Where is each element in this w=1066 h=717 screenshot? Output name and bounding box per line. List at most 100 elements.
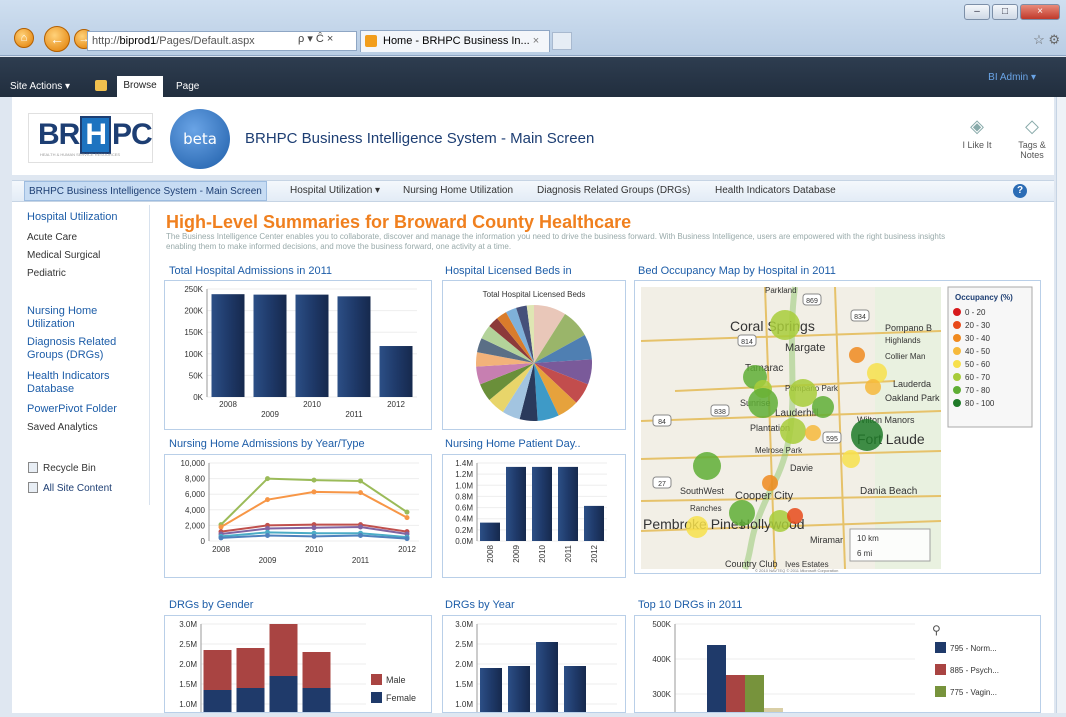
legend-label: 885 - Psych... — [950, 666, 999, 675]
topnav-home[interactable]: BRHPC Business Intelligence System - Mai… — [24, 181, 267, 201]
tab-browse[interactable]: Browse — [117, 76, 163, 97]
road-shield-label: 834 — [854, 314, 866, 321]
topnav-drgs[interactable]: Diagnosis Related Groups (DRGs) — [537, 185, 690, 196]
bar — [536, 642, 558, 717]
leftnav-nursing-home[interactable]: Nursing Home Utilization — [27, 305, 97, 331]
y-tick-label: 400K — [652, 655, 671, 664]
bar — [745, 675, 764, 717]
bar — [532, 466, 552, 541]
data-point — [358, 533, 363, 539]
logo-text-left: BR — [38, 118, 80, 151]
data-point — [358, 478, 363, 484]
leftnav-health-indicators[interactable]: Health Indicators Database — [27, 370, 110, 396]
map-place-label: Davie — [790, 463, 813, 473]
data-point — [404, 536, 410, 542]
back-button[interactable]: ← — [44, 26, 70, 52]
top10-drg-chart: 500K400K300K200K⚲795 - Norm...885 - Psyc… — [634, 615, 1041, 717]
legend-dot — [953, 373, 961, 381]
tab-page[interactable]: Page — [176, 81, 199, 92]
all-site-content-link[interactable]: All Site Content — [28, 482, 112, 494]
occupancy-bubble — [780, 418, 806, 444]
leftnav-acute-care[interactable]: Acute Care — [27, 232, 77, 243]
x-tick-label: 2010 — [303, 400, 321, 409]
legend-swatch — [371, 674, 382, 685]
occupancy-bubble — [787, 508, 803, 524]
leftnav-saved-analytics[interactable]: Saved Analytics — [27, 422, 98, 433]
leftnav-drgs[interactable]: Diagnosis Related Groups (DRGs) — [27, 336, 116, 362]
data-point — [218, 535, 224, 541]
y-tick-label: 6,000 — [185, 490, 206, 499]
leftnav-pediatric[interactable]: Pediatric — [27, 268, 66, 279]
leftnav-health-indicators-line1: Health Indicators — [27, 370, 110, 382]
navigate-up-icon[interactable] — [95, 80, 107, 91]
occupancy-bubble — [770, 310, 800, 340]
leftnav-powerpivot[interactable]: PowerPivot Folder — [27, 403, 117, 415]
map-place-label: Oakland Park — [885, 393, 940, 403]
window-controls: – □ × — [964, 4, 1060, 20]
legend-label: 0 - 20 — [965, 308, 986, 317]
map-scale-km: 10 km — [857, 534, 879, 543]
new-tab-button[interactable] — [552, 32, 572, 50]
bar — [506, 466, 526, 541]
x-tick-label: 2010 — [538, 544, 547, 562]
drg-gender-chart: 3.0M2.5M2.0M1.5M1.0M0.5MMaleFemale — [164, 615, 432, 717]
y-tick-label: 2,000 — [185, 521, 206, 530]
y-tick-label: 1.2M — [455, 470, 473, 479]
address-bar-controls[interactable]: ρ ▾ Ĉ × — [298, 32, 333, 45]
panel-title-drg-gender: DRGs by Gender — [169, 599, 254, 611]
y-tick-label: 250K — [184, 285, 203, 294]
bar — [480, 668, 502, 717]
map-scale-mi: 6 mi — [857, 549, 872, 558]
minimize-button[interactable]: – — [964, 4, 990, 20]
map-place-label: Melrose Park — [755, 446, 803, 455]
home-icon[interactable]: ⌂ — [14, 28, 34, 48]
map-place-label: Dania Beach — [860, 486, 917, 497]
legend-swatch — [371, 692, 382, 703]
panel-title-drg-year: DRGs by Year — [445, 599, 515, 611]
recycle-bin-link[interactable]: Recycle Bin — [28, 462, 96, 474]
tags-notes-label-2: Notes — [1020, 150, 1044, 160]
browser-tab[interactable]: Home - BRHPC Business In... × — [360, 30, 550, 52]
map-place-label: Collier Man — [885, 352, 925, 361]
recycle-bin-label: Recycle Bin — [43, 463, 96, 474]
legend-label: Male — [386, 675, 406, 685]
topnav-hospital-utilization[interactable]: Hospital Utilization ▾ — [290, 185, 380, 196]
tags-notes-label-1: Tags & — [1018, 140, 1046, 150]
page-scrollbar[interactable] — [1056, 97, 1066, 713]
data-point — [404, 515, 410, 521]
map-place-label: Miramar — [810, 535, 843, 545]
user-menu[interactable]: BI Admin ▾ — [988, 72, 1036, 83]
tags-notes-button[interactable]: ◇ Tags & Notes — [1010, 116, 1054, 160]
occupancy-map[interactable]: ParklandCoral SpringsMargateTamaracPompa… — [634, 280, 1041, 574]
x-tick-label: 2009 — [259, 556, 277, 565]
maximize-button[interactable]: □ — [992, 4, 1018, 20]
favorites-star-icon[interactable]: ☆ ⚙ — [1033, 32, 1060, 48]
y-tick-label: 8,000 — [185, 475, 206, 484]
close-window-button[interactable]: × — [1020, 4, 1060, 20]
y-tick-label: 1.0M — [455, 700, 473, 709]
leftnav-medical-surgical[interactable]: Medical Surgical — [27, 250, 100, 261]
i-like-it-button[interactable]: ◈ I Like It — [957, 116, 997, 150]
help-icon[interactable]: ? — [1013, 184, 1027, 198]
map-place-label: Ranches — [690, 504, 722, 513]
topnav-health-indicators[interactable]: Health Indicators Database — [715, 185, 836, 196]
bar — [564, 666, 586, 717]
legend-label: 60 - 70 — [965, 373, 990, 382]
legend-dot — [953, 334, 961, 342]
legend-label: 40 - 50 — [965, 347, 990, 356]
topnav-nursing-home[interactable]: Nursing Home Utilization — [403, 185, 513, 196]
x-tick-label: 2012 — [387, 400, 405, 409]
bar-segment — [302, 688, 331, 717]
map-place-label: Margate — [785, 342, 825, 354]
leftnav-drgs-line1: Diagnosis Related — [27, 336, 117, 348]
bar — [707, 645, 726, 717]
tab-close-icon[interactable]: × — [533, 35, 539, 47]
url-host: biprod1 — [119, 35, 157, 47]
site-actions-menu[interactable]: Site Actions ▾ — [10, 81, 70, 92]
bar — [379, 346, 413, 397]
x-tick-label: 2008 — [219, 400, 237, 409]
map-place-label: Pompano B — [885, 323, 932, 333]
y-tick-label: 0.2M — [455, 526, 473, 535]
y-tick-label: 3.0M — [455, 620, 473, 629]
leftnav-hospital-utilization[interactable]: Hospital Utilization — [27, 211, 117, 223]
